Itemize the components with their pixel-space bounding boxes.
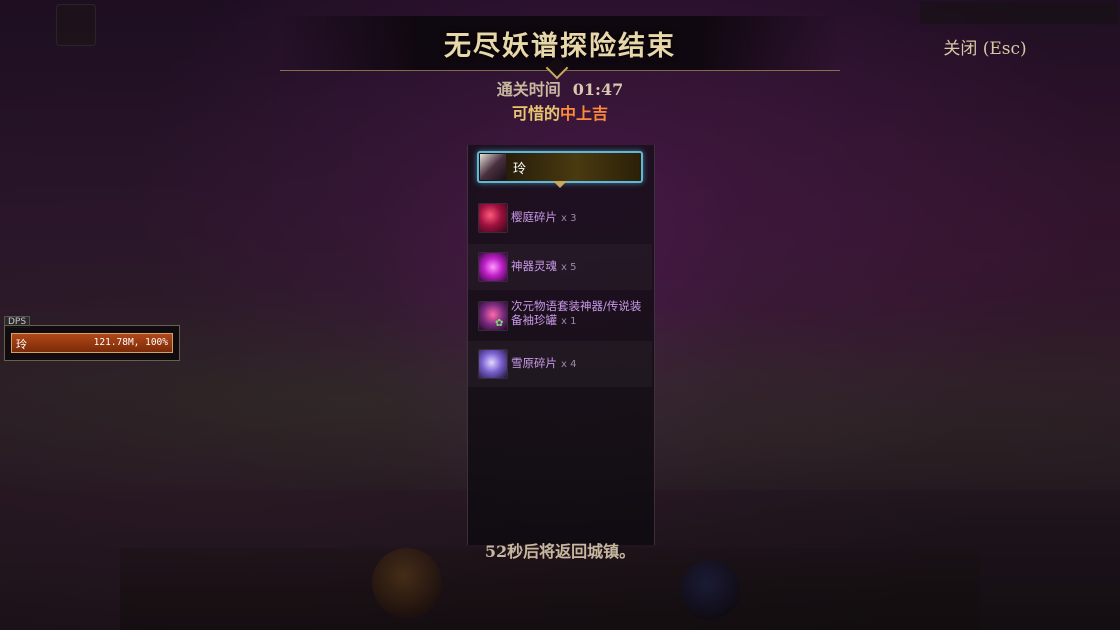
- dps-player-name: 玲: [16, 338, 27, 351]
- reward-item-label: 樱庭碎片 x 3: [511, 209, 576, 225]
- crimson-shard-icon: [478, 203, 508, 233]
- dungeon-grade: 可惜的中上吉: [470, 100, 650, 124]
- player-pointer-icon: [553, 181, 567, 188]
- reward-item[interactable]: 雪原碎片 x 4: [468, 341, 652, 387]
- clear-time-value: 01:47: [572, 80, 624, 99]
- result-title: 无尽妖谱探险结束: [444, 31, 676, 62]
- reward-item-label: 雪原碎片 x 4: [511, 355, 576, 371]
- reward-item-qty: x 3: [561, 213, 577, 224]
- reward-item-label: 次元物语套装神器/传说装备袖珍罐 x 1: [511, 299, 651, 329]
- player-avatar: [480, 154, 506, 180]
- clover-badge-icon: ✿: [495, 318, 504, 329]
- dps-bar: 玲 121.78M, 100%: [11, 333, 173, 353]
- return-countdown: 52秒后将返回城镇。: [484, 542, 636, 561]
- artifact-soul-icon: [478, 252, 508, 282]
- snowfield-shard-icon: [478, 349, 508, 379]
- reward-item[interactable]: 樱庭碎片 x 3: [468, 195, 652, 241]
- reward-item-label: 神器灵魂 x 5: [511, 258, 576, 274]
- mini-jar-chest-icon: ✿: [478, 301, 508, 331]
- reward-item-qty: x 4: [561, 359, 577, 370]
- player-name: 玲: [513, 162, 527, 177]
- reward-item-qty: x 1: [561, 316, 577, 327]
- grade-value: 中上吉: [560, 104, 609, 123]
- reward-item-name: 樱庭碎片: [511, 210, 557, 224]
- close-button[interactable]: 关闭 (Esc): [930, 36, 1040, 62]
- clear-time: 通关时间 01:47: [470, 76, 650, 100]
- reward-item[interactable]: ✿ 次元物语套装神器/传说装备袖珍罐 x 1: [468, 293, 652, 339]
- reward-item-name: 雪原碎片: [511, 356, 557, 370]
- reward-item[interactable]: 神器灵魂 x 5: [468, 244, 652, 290]
- reward-item-name: 次元物语套装神器/传说装备袖珍罐: [511, 299, 642, 327]
- player-card[interactable]: 玲: [477, 151, 643, 183]
- grade-prefix: 可惜的: [511, 104, 560, 123]
- reward-item-name: 神器灵魂: [511, 259, 557, 273]
- reward-item-qty: x 5: [561, 262, 577, 273]
- dps-meter[interactable]: 玲 121.78M, 100%: [4, 325, 180, 361]
- clear-time-label: 通关时间: [496, 80, 561, 99]
- dps-value: 121.78M, 100%: [93, 337, 168, 348]
